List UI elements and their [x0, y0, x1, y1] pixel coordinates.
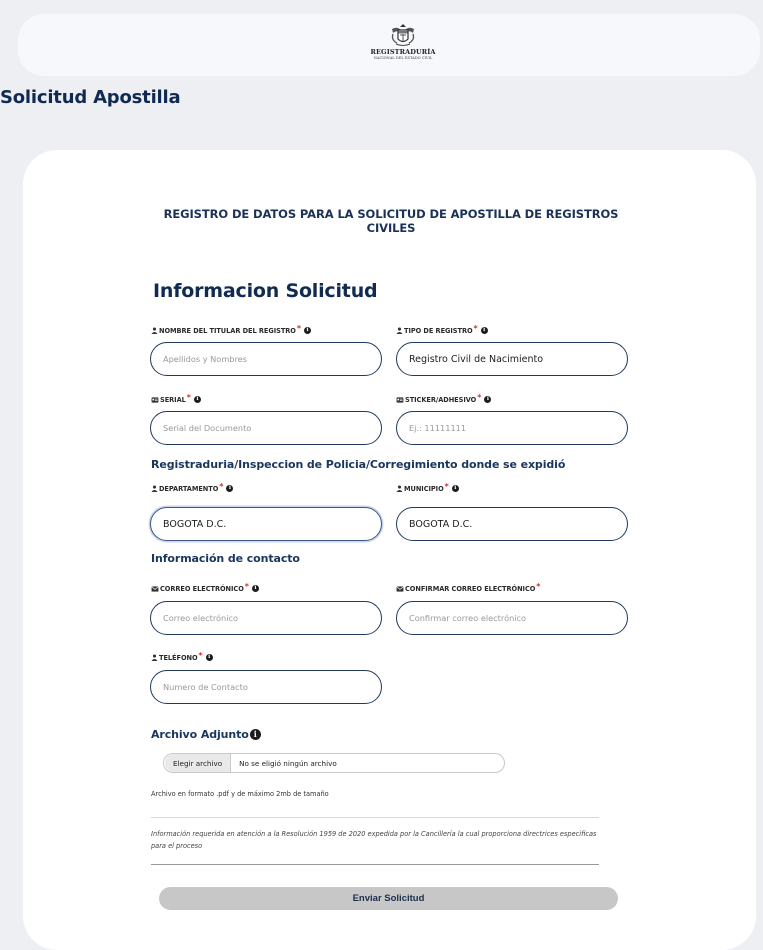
- subsection-contact: Información de contacto: [151, 552, 300, 565]
- telefono-input[interactable]: Numero de Contacto: [150, 670, 382, 704]
- divider: [151, 817, 599, 818]
- page-title: Solicitud Apostilla: [0, 87, 181, 108]
- tipo-registro-select[interactable]: Registro Civil de Nacimiento: [396, 342, 628, 376]
- form-card: REGISTRO DE DATOS PARA LA SOLICITUD DE A…: [23, 150, 756, 950]
- info-icon[interactable]: i: [304, 327, 311, 334]
- tipo-registro-label: TIPO DE REGISTRO * i: [396, 324, 488, 335]
- info-icon[interactable]: i: [480, 327, 488, 334]
- info-icon[interactable]: i: [251, 585, 259, 592]
- nombre-label: NOMBRE DEL TITULAR DEL REGISTRO * i: [151, 324, 311, 335]
- sticker-label: STICKER/ADHESIVO * i: [396, 393, 492, 404]
- departamento-label: DEPARTAMENTO * i: [151, 482, 234, 493]
- submit-button[interactable]: Enviar Solicitud: [159, 887, 618, 910]
- user-icon: [151, 654, 158, 661]
- municipio-label: MUNICIPIO * i: [396, 482, 459, 493]
- nombre-input[interactable]: Apellidos y Nombres: [150, 342, 382, 376]
- divider: [151, 864, 599, 865]
- user-icon: [151, 327, 158, 334]
- choose-file-button[interactable]: Elegir archivo: [165, 754, 232, 772]
- envelope-icon: [151, 585, 159, 592]
- correo-input[interactable]: Correo electrónico: [150, 601, 382, 635]
- serial-input[interactable]: Serial del Documento: [150, 411, 382, 445]
- logo-subtitle: NACIONAL DEL ESTADO CIVIL: [373, 56, 433, 60]
- id-card-icon: [396, 396, 404, 403]
- correo-label: CORREO ELECTRÓNICO * i: [151, 582, 259, 593]
- confirmar-correo-label: CONFIRMAR CORREO ELECTRÓNICO *: [396, 582, 540, 593]
- municipio-select[interactable]: BOGOTA D.C.: [396, 507, 628, 541]
- attachment-hint: Archivo en formato .pdf y de máximo 2mb …: [151, 790, 329, 798]
- departamento-select[interactable]: BOGOTA D.C.: [150, 507, 382, 541]
- info-icon[interactable]: i: [249, 729, 261, 740]
- registraduria-logo[interactable]: REGISTRADURÍA NACIONAL DEL ESTADO CIVIL: [358, 22, 448, 70]
- user-icon: [396, 485, 403, 492]
- legal-note: Información requerida en atención a la R…: [151, 830, 597, 850]
- section-title: Informacion Solicitud: [153, 280, 378, 302]
- subsection-location: Registraduria/Inspeccion de Policia/Corr…: [151, 458, 566, 471]
- info-icon[interactable]: i: [226, 485, 234, 492]
- envelope-icon: [396, 585, 404, 592]
- id-card-icon: [151, 396, 159, 403]
- telefono-label: TELÉFONO * i: [151, 651, 213, 662]
- info-icon[interactable]: i: [484, 396, 492, 403]
- serial-label: SERIAL * i: [151, 393, 201, 404]
- file-input[interactable]: Elegir archivo No se eligió ningún archi…: [163, 753, 505, 773]
- coat-of-arms-icon: [391, 24, 415, 46]
- info-icon[interactable]: i: [205, 654, 213, 661]
- info-icon[interactable]: i: [451, 485, 459, 492]
- sticker-input[interactable]: Ej.: 11111111: [396, 411, 628, 445]
- confirmar-correo-input[interactable]: Confirmar correo electrónico: [396, 601, 628, 635]
- logo-title: REGISTRADURÍA: [370, 48, 436, 56]
- form-heading: REGISTRO DE DATOS PARA LA SOLICITUD DE A…: [163, 207, 619, 235]
- user-icon: [151, 485, 158, 492]
- header-bar: REGISTRADURÍA NACIONAL DEL ESTADO CIVIL: [18, 14, 760, 76]
- user-icon: [396, 327, 403, 334]
- attachment-title: Archivo Adjunto i: [151, 728, 261, 741]
- info-icon[interactable]: i: [193, 396, 201, 403]
- file-status: No se eligió ningún archivo: [239, 758, 337, 768]
